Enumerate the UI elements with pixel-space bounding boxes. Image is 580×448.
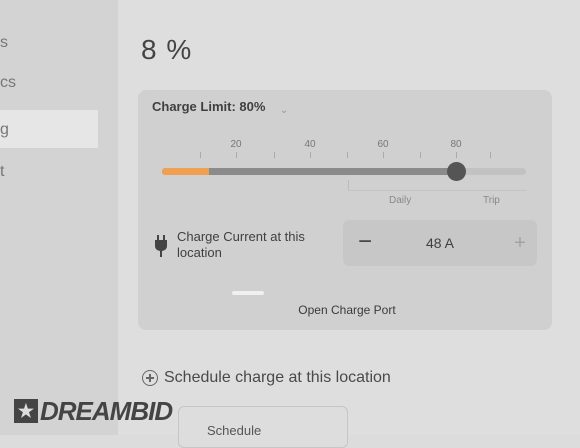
slider-tick — [383, 152, 384, 158]
slider-tick — [490, 152, 491, 158]
schedule-charge-label: Schedule charge at this location — [164, 369, 391, 386]
slider-tick — [347, 152, 348, 158]
open-charge-port-button[interactable]: Open Charge Port — [230, 296, 464, 328]
charge-current-label: Charge Current at this location — [177, 229, 305, 260]
sidebar-item-1[interactable]: s — [0, 34, 8, 52]
current-charge-fill — [162, 168, 209, 175]
schedule-button-label: Schedule — [207, 423, 262, 438]
watermark-logo: ★ DREAMBID — [14, 395, 173, 426]
sidebar-item-4[interactable]: t — [0, 163, 4, 181]
trip-range-label: Trip — [483, 195, 500, 206]
decrease-current-button[interactable]: − — [351, 227, 379, 259]
schedule-charge-link[interactable]: Schedule charge at this location — [142, 368, 391, 388]
charge-limit-slider-handle[interactable] — [447, 162, 466, 181]
slider-tick — [274, 152, 275, 158]
daily-range-label: Daily — [389, 195, 412, 206]
sidebar-item-2[interactable]: cs — [0, 74, 16, 92]
tick-label-20: 20 — [230, 139, 242, 150]
settings-sidebar: s cs g t — [0, 0, 118, 435]
daily-range-start-marker — [348, 180, 349, 190]
sidebar-selected-highlight — [0, 110, 98, 148]
charge-current-value: 48 A — [425, 235, 455, 251]
increase-current-button[interactable]: + — [508, 229, 532, 257]
sidebar-item-3-selected[interactable]: g — [0, 121, 9, 139]
slider-tick — [310, 152, 311, 158]
add-circle-icon — [142, 370, 158, 386]
tick-label-80: 80 — [450, 139, 462, 150]
slider-tick — [200, 152, 201, 158]
charge-limit-label: Charge Limit: 80% — [152, 99, 266, 114]
schedule-button[interactable]: Schedule — [178, 406, 348, 448]
tick-label-60: 60 — [377, 139, 389, 150]
watermark-star-icon: ★ — [14, 399, 38, 423]
info-mark: ⌄ — [280, 105, 289, 116]
plug-icon — [155, 235, 167, 257]
tick-label-40: 40 — [304, 139, 316, 150]
slider-tick — [420, 152, 421, 158]
slider-tick — [236, 152, 237, 158]
charge-settings-panel — [138, 90, 552, 330]
watermark-text: DREAMBID — [40, 395, 173, 426]
slider-tick — [456, 152, 457, 158]
screen-glare — [232, 291, 264, 295]
battery-percentage: 8 % — [141, 34, 193, 65]
range-baseline — [348, 190, 526, 191]
